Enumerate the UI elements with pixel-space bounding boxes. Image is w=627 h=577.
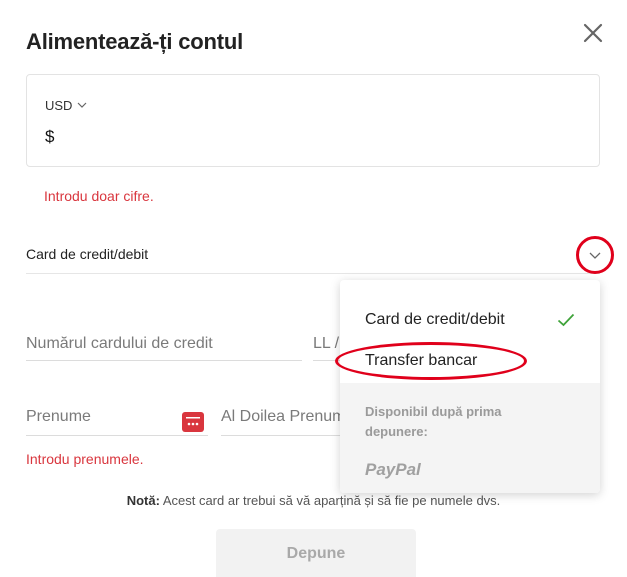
annotation-circle bbox=[576, 236, 614, 274]
first-name-error: Introdu prenumele. bbox=[26, 451, 144, 467]
close-icon[interactable] bbox=[580, 20, 606, 46]
unavailable-note: Disponibil după prima depunere: bbox=[365, 404, 502, 439]
option-card-label: Card de credit/debit bbox=[365, 311, 505, 328]
card-number-field[interactable]: Numărul cardului de credit bbox=[26, 335, 302, 361]
dialog-title: Alimentează-ți contul bbox=[26, 29, 244, 54]
payment-method-dropdown: Card de credit/debit Transfer bancar Dis… bbox=[340, 280, 600, 493]
card-note: Notă: Acest card ar trebui să vă aparțin… bbox=[0, 493, 627, 508]
chevron-down-icon bbox=[78, 102, 87, 108]
card-autofill-icon[interactable] bbox=[182, 412, 204, 432]
paypal-option: PayPal bbox=[365, 460, 421, 479]
divider bbox=[26, 273, 600, 274]
payment-method-selected[interactable]: Card de credit/debit bbox=[26, 246, 148, 262]
currency-select[interactable]: USD bbox=[45, 98, 87, 113]
annotation-oval bbox=[335, 342, 527, 380]
middle-name-field[interactable]: Al Doilea Prenume bbox=[221, 408, 343, 436]
unavailable-section: Disponibil după prima depunere: PayPal bbox=[340, 383, 600, 493]
check-icon bbox=[557, 313, 575, 327]
amount-box[interactable]: USD $ bbox=[26, 74, 600, 167]
note-label: Notă: bbox=[126, 493, 160, 508]
note-text: Acest card ar trebui să vă aparțină și s… bbox=[159, 493, 501, 508]
option-card[interactable]: Card de credit/debit bbox=[340, 301, 600, 339]
first-name-field[interactable]: Prenume bbox=[26, 408, 208, 436]
currency-label: USD bbox=[45, 98, 73, 113]
amount-input[interactable]: $ bbox=[45, 127, 54, 147]
digits-error: Introdu doar cifre. bbox=[44, 188, 154, 204]
deposit-button[interactable]: Depune bbox=[216, 529, 416, 577]
